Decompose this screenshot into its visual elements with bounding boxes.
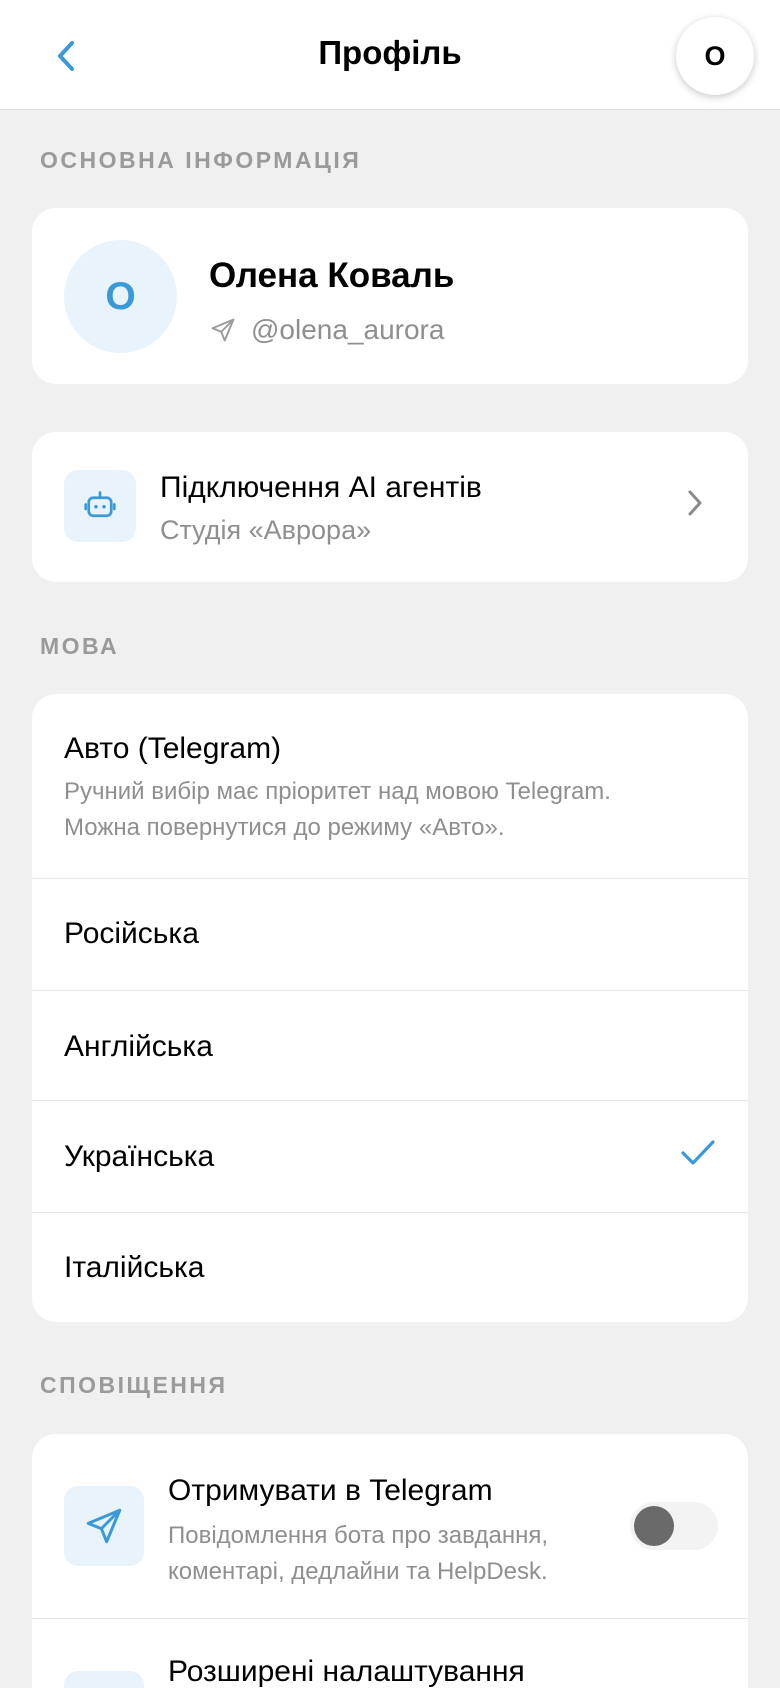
profile-handle: @olena_aurora — [251, 314, 445, 345]
ai-agents-icon-box — [64, 470, 136, 542]
ai-agents-title: Підключення AI агентів — [160, 471, 482, 504]
telegram-send-icon — [211, 318, 235, 342]
notification-telegram-title: Отримувати в Telegram — [168, 1474, 493, 1507]
language-auto-hint-line1: Ручний вибір має пріоритет над мовою Tel… — [64, 778, 611, 805]
profile-handle-row: @olena_aurora — [209, 314, 444, 346]
telegram-icon-box — [64, 1486, 144, 1566]
top-bar: Профіль O — [0, 0, 780, 110]
notification-advanced-title: Розширені налаштування — [168, 1655, 525, 1688]
checkmark-icon — [681, 1140, 715, 1165]
advanced-settings-icon-box — [64, 1671, 144, 1688]
language-auto-label: Авто (Telegram) — [64, 732, 282, 765]
section-label-notifications: СПОВІЩЕННЯ — [40, 1372, 228, 1398]
profile-card: O Олена Коваль @olena_aurora — [32, 208, 748, 384]
robot-icon — [84, 491, 116, 518]
avatar: O — [64, 240, 177, 353]
notification-telegram-desc-line2: коментарі, дедлайни та HelpDesk. — [168, 1558, 548, 1585]
notifications-card: Отримувати в Telegram Повідомлення бота … — [32, 1434, 748, 1688]
language-option-label: Українська — [64, 1140, 215, 1173]
ai-agents-subtitle: Студія «Аврора» — [160, 515, 372, 545]
notification-telegram-row: Отримувати в Telegram Повідомлення бота … — [32, 1434, 748, 1618]
notification-telegram-desc-line1: Повідомлення бота про завдання, — [168, 1522, 549, 1549]
language-option-auto[interactable]: Авто (Telegram) Ручний вибір має пріорит… — [32, 694, 748, 878]
toggle-knob — [634, 1506, 674, 1546]
section-label-basic-info: ОСНОВНА ІНФОРМАЦІЯ — [40, 147, 362, 173]
language-auto-hint-line2: Можна повернутися до режиму «Авто». — [64, 814, 505, 841]
telegram-notifications-toggle[interactable] — [630, 1502, 718, 1550]
profile-name: Олена Коваль — [209, 256, 455, 295]
notification-advanced-row[interactable]: Розширені налаштування — [32, 1618, 748, 1688]
language-option-italian[interactable]: Італійська — [32, 1212, 748, 1322]
ai-agents-link[interactable]: Підключення AI агентів Студія «Аврора» — [32, 432, 748, 582]
section-label-language: МОВА — [40, 633, 120, 659]
language-option-ukrainian[interactable]: Українська — [32, 1100, 748, 1212]
page-title: Профіль — [318, 34, 462, 71]
chevron-right-icon — [688, 490, 702, 516]
language-card: Авто (Telegram) Ручний вибір має пріорит… — [32, 694, 748, 1322]
user-avatar-button[interactable]: O — [676, 17, 754, 95]
telegram-send-icon — [86, 1508, 122, 1544]
language-option-label: Італійська — [64, 1251, 205, 1284]
language-option-english[interactable]: Англійська — [32, 990, 748, 1100]
language-option-russian[interactable]: Російська — [32, 878, 748, 990]
language-option-label: Російська — [64, 917, 199, 950]
language-option-label: Англійська — [64, 1030, 213, 1063]
